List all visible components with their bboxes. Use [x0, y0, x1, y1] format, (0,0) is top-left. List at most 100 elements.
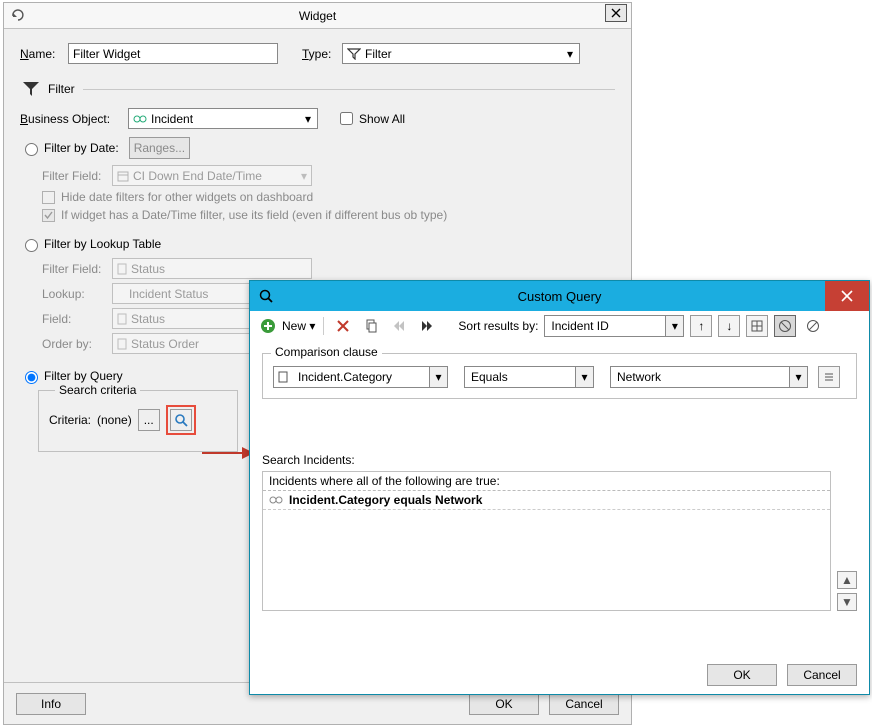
results-row[interactable]: Incident.Category equals Network [263, 491, 830, 510]
new-button[interactable]: New ▾ [282, 319, 315, 333]
triangle-down-icon: ▼ [841, 595, 853, 609]
filter-field-select: CI Down End Date/Time ▾ [112, 165, 312, 186]
type-value: Filter [365, 47, 392, 61]
sort-select[interactable]: Incident ID ▾ [544, 315, 684, 337]
arrow-down-icon: ↓ [726, 319, 732, 333]
filter-icon [20, 78, 42, 100]
arrow-up-icon: ↑ [698, 319, 704, 333]
ok-button[interactable]: OK [469, 693, 539, 715]
criteria-value: (none) [97, 413, 132, 427]
name-label: Name: [20, 47, 68, 61]
sort-desc-button[interactable]: ↓ [718, 315, 740, 337]
results-header: Incidents where all of the following are… [263, 472, 830, 491]
chain-icon [269, 494, 283, 506]
delete-icon [336, 319, 350, 333]
prev-button[interactable] [388, 315, 410, 337]
cancel-button[interactable]: Cancel [549, 693, 619, 715]
copy-button[interactable] [360, 315, 382, 337]
triangle-up-icon: ▲ [841, 573, 853, 587]
filter-by-lookup-radio[interactable] [25, 239, 38, 252]
cq-cancel-button[interactable]: Cancel [787, 664, 857, 686]
group-icon [778, 319, 792, 333]
clear-icon [806, 319, 820, 333]
show-all-label: Show All [359, 112, 405, 126]
name-input[interactable] [68, 43, 278, 64]
sort-label: Sort results by: [458, 319, 538, 333]
hide-date-filters-label: Hide date filters for other widgets on d… [61, 190, 313, 204]
filter-by-query-radio[interactable] [25, 371, 38, 384]
filter-by-date-radio[interactable] [25, 143, 38, 156]
info-button[interactable]: Info [16, 693, 86, 715]
lookup-filter-field-label: Filter Field: [42, 262, 112, 276]
comparison-value-select[interactable]: Network ▾ [610, 366, 808, 388]
hide-date-filters-checkbox [42, 191, 55, 204]
chevron-down-icon: ▾ [309, 319, 315, 333]
orderby-label: Order by: [42, 337, 112, 351]
clear-button[interactable] [802, 315, 824, 337]
chevron-down-icon: ▾ [303, 112, 313, 126]
search-criteria-group: Search criteria Criteria: (none) ... [38, 390, 238, 452]
field-label: Field: [42, 312, 112, 326]
filter-field-label: Filter Field: [42, 169, 112, 183]
close-icon [841, 290, 853, 302]
group-toggle-button[interactable] [774, 315, 796, 337]
refresh-icon [10, 8, 26, 22]
next-button[interactable] [416, 315, 438, 337]
dialog-titlebar: Widget [4, 3, 631, 29]
search-icon [258, 288, 274, 304]
criteria-ellipsis-button[interactable]: ... [138, 409, 160, 431]
doc-icon [117, 313, 127, 325]
cq-ok-button[interactable]: OK [707, 664, 777, 686]
chevron-down-icon: ▾ [665, 316, 683, 336]
use-dt-filter-label: If widget has a Date/Time filter, use it… [61, 208, 447, 222]
filter-section-label: Filter [48, 82, 75, 96]
cq-close-button[interactable] [825, 281, 869, 311]
cq-toolbar: New ▾ Sort results by: Incident ID ▾ ↑ ↓ [250, 311, 869, 341]
business-object-select[interactable]: Incident ▾ [128, 108, 318, 129]
comparison-operator-select[interactable]: Equals ▾ [464, 366, 594, 388]
lookup-label: Lookup: [42, 287, 112, 301]
chevron-down-icon: ▾ [301, 169, 307, 183]
list-icon [823, 371, 835, 383]
funnel-icon [347, 48, 361, 60]
results-list[interactable]: Incidents where all of the following are… [262, 471, 831, 611]
custom-query-dialog: Custom Query New ▾ Sort results by: Inci… [249, 280, 870, 695]
move-up-button[interactable]: ▲ [837, 571, 857, 589]
doc-icon [117, 338, 127, 350]
dialog-title: Widget [299, 9, 336, 23]
search-criteria-label: Search criteria [55, 383, 140, 397]
filter-section-header: Filter [20, 78, 615, 100]
grid-icon [751, 320, 763, 332]
move-down-button[interactable]: ▼ [837, 593, 857, 611]
first-icon [392, 320, 406, 332]
doc-icon [274, 371, 292, 383]
close-icon [611, 8, 621, 18]
use-dt-filter-checkbox [42, 209, 55, 222]
filter-by-query-label: Filter by Query [44, 369, 123, 383]
criteria-label: Criteria: [49, 413, 91, 427]
doc-icon [117, 263, 127, 275]
criteria-search-button[interactable] [170, 409, 192, 431]
filter-by-lookup-label: Filter by Lookup Table [44, 237, 161, 251]
cq-bottom-bar: OK Cancel [707, 664, 857, 686]
cq-body: Comparison clause Incident.Category ▾ Eq… [250, 341, 869, 617]
search-incidents-label: Search Incidents: [262, 453, 857, 467]
lookup-filter-field-select: Status [112, 258, 312, 279]
ranges-button[interactable]: Ranges... [129, 137, 190, 159]
value-picker-button[interactable] [818, 366, 840, 388]
criteria-search-button-highlight [166, 405, 196, 435]
show-all-checkbox[interactable]: Show All [336, 109, 405, 128]
type-select[interactable]: Filter ▾ [342, 43, 580, 64]
type-label: Type: [302, 47, 342, 61]
close-button[interactable] [605, 4, 627, 22]
grid-button[interactable] [746, 315, 768, 337]
delete-button[interactable] [332, 315, 354, 337]
chevron-down-icon: ▾ [575, 367, 593, 387]
chain-icon [133, 113, 147, 125]
cq-title: Custom Query [250, 289, 869, 304]
comparison-field-select[interactable]: Incident.Category ▾ [273, 366, 448, 388]
filter-by-date-label: Filter by Date: [44, 141, 119, 155]
comparison-clause-group: Comparison clause Incident.Category ▾ Eq… [262, 353, 857, 399]
sort-asc-button[interactable]: ↑ [690, 315, 712, 337]
chevron-down-icon: ▾ [789, 367, 807, 387]
